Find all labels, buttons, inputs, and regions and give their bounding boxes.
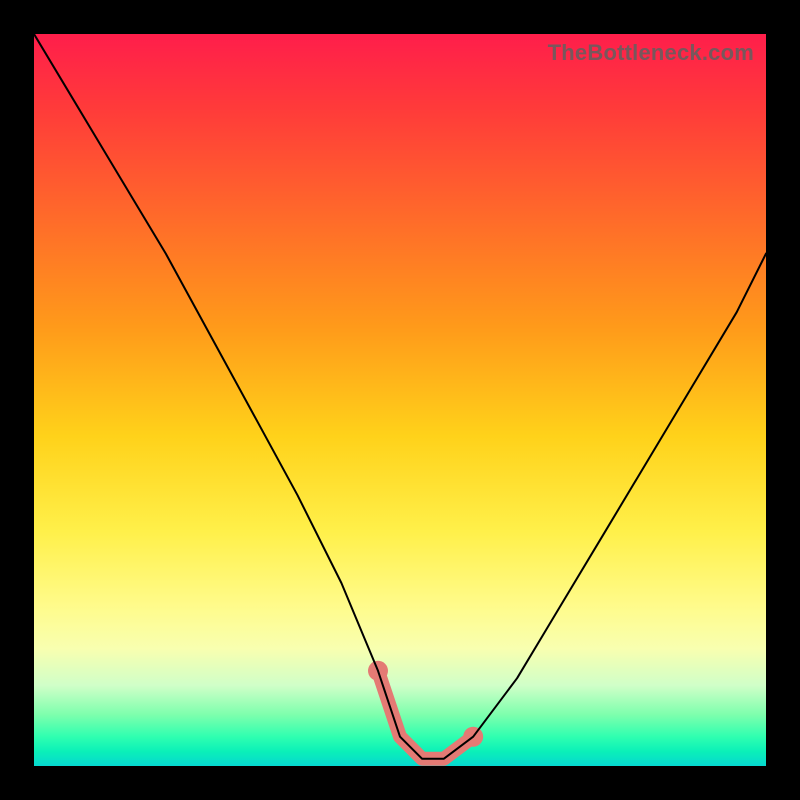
bottleneck-curve	[34, 34, 766, 759]
plot-area: TheBottleneck.com	[34, 34, 766, 766]
chart-svg	[34, 34, 766, 766]
chart-frame: TheBottleneck.com	[0, 0, 800, 800]
